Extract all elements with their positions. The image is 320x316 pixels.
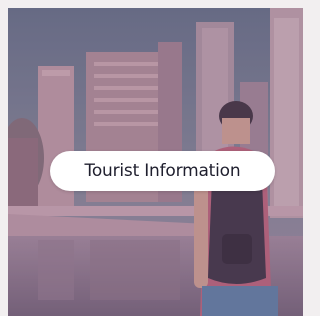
tourist-info-card[interactable]: Tourist Information [8, 8, 303, 316]
tourist-information-label: Tourist Information [84, 161, 241, 181]
tourist-information-button[interactable]: Tourist Information [50, 151, 275, 191]
